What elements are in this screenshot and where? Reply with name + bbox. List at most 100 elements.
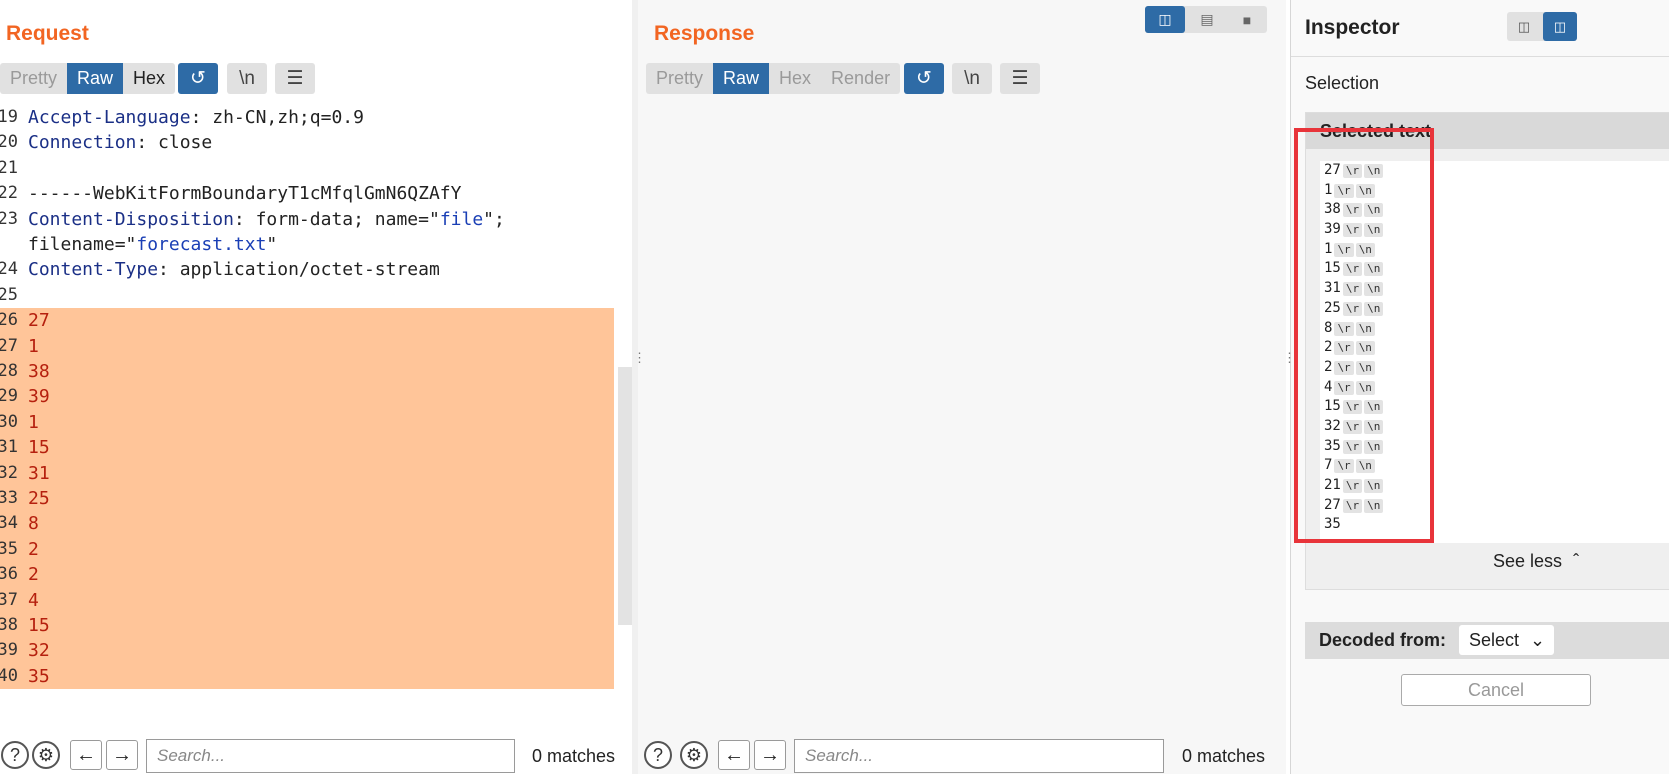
code-line: 21 (0, 156, 614, 181)
code-line: 35 2 (0, 536, 614, 563)
tab-hex[interactable]: Hex (769, 63, 821, 94)
next-match-button[interactable]: → (754, 740, 786, 770)
tab-pretty[interactable]: Pretty (646, 63, 713, 94)
help-icon[interactable]: ? (1, 741, 29, 769)
menu-button[interactable]: ☰ (1000, 63, 1040, 94)
response-panel: ◫ ▤ ■ Response Pretty Raw Hex Render ↺ \… (638, 0, 1286, 774)
inspector-dock-icon[interactable]: ◫ (1543, 12, 1577, 41)
line-number: 28 (0, 361, 18, 381)
line-number: 19 (0, 107, 18, 127)
code-line: 33 25 (0, 486, 614, 512)
line-text: 38 (28, 359, 50, 384)
line-number: 23 (0, 208, 18, 229)
show-newlines-button[interactable]: \n (952, 63, 992, 94)
split-vertical-icon[interactable]: ◫ (1145, 6, 1185, 33)
menu-button[interactable]: ☰ (275, 63, 315, 94)
code-line: 20 Connection: close (0, 130, 614, 155)
line-segment: 38 (28, 361, 50, 382)
line-segment: : application/octet-stream (158, 259, 440, 281)
hamburger-icon: ☰ (286, 68, 304, 89)
header-name: Accept-Language (28, 107, 191, 128)
wrap-lines-button[interactable]: ↺ (178, 63, 218, 94)
line-segment: 25 (28, 488, 50, 509)
line-text: 4 (28, 588, 39, 613)
line-segment: " (266, 234, 278, 255)
gear-icon[interactable]: ⚙ (32, 741, 60, 769)
gear-icon[interactable]: ⚙ (680, 741, 708, 769)
line-number: 20 (0, 132, 18, 153)
code-line: 34 8 (0, 511, 614, 537)
line-segment: 15 (28, 615, 50, 636)
line-text: 15 (28, 435, 50, 460)
decoded-from-select[interactable]: Select ⌄ (1459, 625, 1554, 655)
scrollbar[interactable] (618, 367, 632, 625)
tab-raw[interactable]: Raw (67, 63, 124, 94)
chevron-down-icon: ⌄ (1530, 630, 1546, 650)
help-icon[interactable]: ? (644, 741, 672, 769)
prev-match-button[interactable]: ← (70, 740, 102, 770)
line-segment: 39 (28, 386, 50, 408)
line-text: Content-Type: application/octet-stream (28, 257, 440, 282)
annotation-highlight-box (1294, 128, 1434, 543)
wrap-icon: ↺ (916, 68, 932, 89)
header-name: Content-Disposition (28, 208, 234, 230)
code-line: filename="forecast.txt" (0, 232, 614, 257)
inspector-side-icon[interactable]: ◫ (1507, 12, 1541, 41)
tab-pretty[interactable]: Pretty (0, 63, 67, 94)
match-count: 0 matches (1182, 746, 1266, 766)
next-match-button[interactable]: → (106, 740, 138, 770)
line-text: 39 (28, 384, 50, 409)
code-line: 37 4 (0, 587, 614, 613)
single-pane-icon[interactable]: ■ (1227, 6, 1267, 33)
line-text: 1 (28, 410, 39, 435)
code-line: 19 Accept-Language: zh-CN,zh;q=0.9 (0, 105, 614, 130)
cancel-button[interactable]: Cancel (1401, 674, 1591, 706)
request-editor[interactable]: 19 Accept-Language: zh-CN,zh;q=0.9 20 Conne… (0, 103, 632, 693)
inspector-title: Inspector (1305, 16, 1400, 39)
line-segment: 35 (28, 665, 50, 687)
tab-raw[interactable]: Raw (713, 63, 770, 94)
header-name: Content-Type (28, 259, 159, 281)
splitter-left[interactable]: ⋮ (632, 0, 646, 774)
line-segment: : zh-CN,zh;q=0.9 (190, 107, 364, 128)
line-text: 25 (28, 486, 50, 511)
divider (1291, 56, 1669, 57)
prev-match-button[interactable]: ← (718, 740, 750, 770)
line-text: 8 (28, 511, 39, 536)
line-text: Accept-Language: zh-CN,zh;q=0.9 (28, 105, 364, 130)
line-segment: : form-data; name=" (233, 208, 440, 230)
response-editor[interactable] (638, 103, 1286, 693)
line-number: 35 (0, 538, 18, 559)
line-number: 21 (0, 157, 18, 178)
code-line: 27 1 (0, 333, 614, 359)
line-number: 25 (0, 284, 18, 305)
line-number: 32 (0, 462, 18, 483)
line-segment: "; (483, 208, 505, 230)
search-input[interactable]: Search... (146, 739, 515, 773)
hamburger-icon: ☰ (1011, 68, 1029, 89)
response-view-tabs: Pretty Raw Hex Render (646, 63, 901, 94)
code-line: 30 1 (0, 409, 614, 436)
wrap-lines-button[interactable]: ↺ (904, 63, 944, 94)
tab-hex[interactable]: Hex (123, 63, 175, 94)
split-horizontal-icon[interactable]: ▤ (1187, 6, 1227, 33)
line-segment: ------WebKitFormBoundaryT1cMfqlGmN6QZAfY (28, 183, 462, 205)
see-less-link[interactable]: See less ˆ (1493, 551, 1579, 572)
match-count: 0 matches (532, 746, 616, 766)
line-segment: 8 (28, 513, 39, 535)
selection-label: Selection (1305, 73, 1380, 93)
line-text: filename="forecast.txt" (28, 232, 277, 257)
show-newlines-button[interactable]: \n (227, 63, 267, 94)
code-line: 23 Content-Disposition: form-data; name="… (0, 207, 614, 232)
line-number: 30 (0, 411, 18, 432)
line-number: 37 (0, 589, 18, 610)
line-number: 39 (0, 640, 18, 661)
line-number: 31 (0, 437, 18, 458)
line-text: 1 (28, 334, 39, 359)
line-segment: 2 (28, 564, 39, 586)
tab-render[interactable]: Render (821, 63, 900, 94)
drag-handle-icon: ⋮ (633, 350, 646, 365)
header-name: Connection (28, 132, 137, 154)
search-input[interactable]: Search... (794, 739, 1164, 773)
line-segment: 4 (28, 589, 39, 611)
